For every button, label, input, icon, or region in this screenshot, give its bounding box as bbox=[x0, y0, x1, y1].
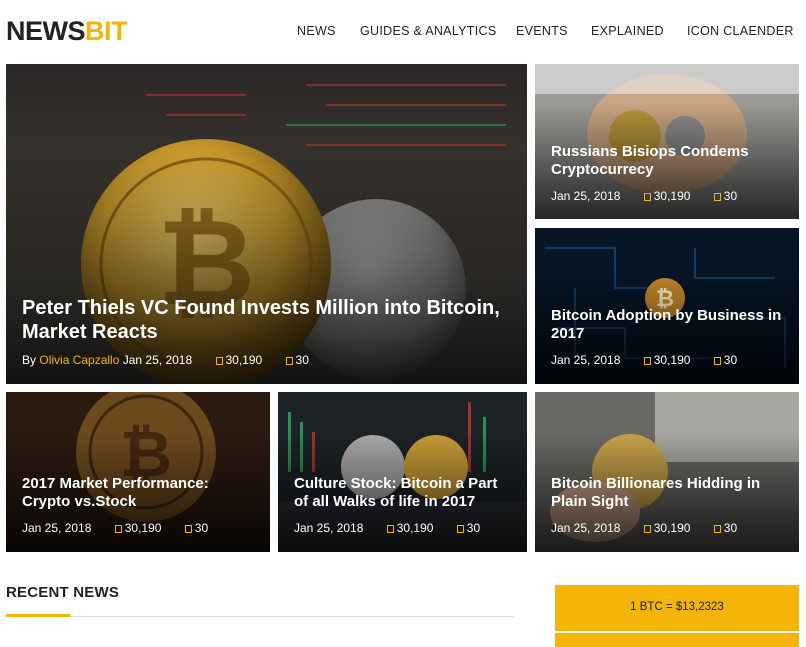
featured-article-card[interactable]: ₿ Peter Thiels VC Found Invests Million … bbox=[6, 64, 527, 384]
side-article-card[interactable]: ₿ Bitcoin Adoption by Business in 2017 J… bbox=[535, 228, 799, 384]
side-article-title[interactable]: Russians Bisiops Condems Cryptocurrecy bbox=[551, 143, 785, 179]
recent-news-accent bbox=[6, 614, 70, 617]
grid-article-date: Jan 25, 2018 bbox=[294, 521, 364, 535]
featured-overlay bbox=[6, 144, 527, 384]
eye-icon bbox=[643, 525, 651, 533]
btc-price-widget: 1 BTC = $13,2323 bbox=[555, 585, 799, 647]
side-article-comments: 30 bbox=[723, 353, 738, 367]
nav-item-icon-calendar[interactable]: ICON CLAENDER bbox=[687, 24, 794, 38]
grid-article-comments: 30 bbox=[723, 521, 738, 535]
grid-article-meta: Jan 25, 2018 30,190 30 bbox=[22, 521, 208, 535]
grid-article-title[interactable]: 2017 Market Performance: Crypto vs.Stock bbox=[22, 475, 256, 511]
featured-meta: By Olivia Capzallo Jan 25, 2018 30,190 3… bbox=[22, 353, 309, 367]
featured-title[interactable]: Peter Thiels VC Found Invests Million in… bbox=[22, 296, 513, 344]
logo-part-bit: BIT bbox=[85, 16, 128, 46]
grid-article-views: 30,190 bbox=[124, 521, 162, 535]
nav-item-news[interactable]: NEWS bbox=[297, 24, 336, 38]
comment-icon bbox=[285, 357, 293, 365]
eye-icon bbox=[215, 357, 223, 365]
btc-price-text: 1 BTC = $13,2323 bbox=[630, 601, 724, 613]
grid-article-title[interactable]: Culture Stock: Bitcoin a Part of all Wal… bbox=[294, 475, 513, 511]
grid-article-views: 30,190 bbox=[396, 521, 434, 535]
comment-icon bbox=[184, 525, 192, 533]
grid-article-comments: 30 bbox=[194, 521, 209, 535]
grid-article-card[interactable]: Culture Stock: Bitcoin a Part of all Wal… bbox=[278, 392, 527, 552]
grid-article-meta: Jan 25, 2018 30,190 30 bbox=[551, 521, 737, 535]
side-article-views: 30,190 bbox=[653, 189, 691, 203]
btc-widget-divider bbox=[555, 631, 799, 633]
recent-news-heading: RECENT NEWS bbox=[6, 584, 120, 601]
nav-item-events[interactable]: EVENTS bbox=[516, 24, 568, 38]
side-article-card[interactable]: Russians Bisiops Condems Cryptocurrecy J… bbox=[535, 64, 799, 219]
side-article-views: 30,190 bbox=[653, 353, 691, 367]
logo-part-news: NEWS bbox=[6, 16, 86, 46]
side-article-date: Jan 25, 2018 bbox=[551, 353, 621, 367]
nav-item-guides-analytics[interactable]: GUIDES & ANALYTICS bbox=[360, 24, 496, 38]
grid-article-card[interactable]: Bitcoin Billionares Hidding in Plain Sig… bbox=[535, 392, 799, 552]
grid-article-title[interactable]: Bitcoin Billionares Hidding in Plain Sig… bbox=[551, 475, 785, 511]
eye-icon bbox=[386, 525, 394, 533]
featured-comments: 30 bbox=[295, 353, 309, 367]
featured-date: Jan 25, 2018 bbox=[122, 353, 193, 367]
side-article-meta: Jan 25, 2018 30,190 30 bbox=[551, 189, 737, 203]
recent-news-divider bbox=[6, 616, 515, 617]
grid-article-date: Jan 25, 2018 bbox=[22, 521, 92, 535]
grid-article-meta: Jan 25, 2018 30,190 30 bbox=[294, 521, 480, 535]
site-logo[interactable]: NEWSBIT bbox=[6, 16, 128, 47]
grid-article-card[interactable]: ₿ 2017 Market Performance: Crypto vs.Sto… bbox=[6, 392, 270, 552]
featured-by-label: By bbox=[22, 353, 37, 367]
featured-views: 30,190 bbox=[225, 353, 263, 367]
side-article-meta: Jan 25, 2018 30,190 30 bbox=[551, 353, 737, 367]
comment-icon bbox=[456, 525, 464, 533]
side-article-comments: 30 bbox=[723, 189, 738, 203]
featured-author-link[interactable]: Olivia Capzallo bbox=[39, 353, 119, 367]
comment-icon bbox=[713, 193, 721, 201]
side-article-title[interactable]: Bitcoin Adoption by Business in 2017 bbox=[551, 307, 785, 343]
nav-item-explained[interactable]: EXPLAINED bbox=[591, 24, 664, 38]
grid-article-comments: 30 bbox=[466, 521, 481, 535]
side-article-date: Jan 25, 2018 bbox=[551, 189, 621, 203]
eye-icon bbox=[643, 193, 651, 201]
comment-icon bbox=[713, 525, 721, 533]
grid-article-date: Jan 25, 2018 bbox=[551, 521, 621, 535]
grid-article-views: 30,190 bbox=[653, 521, 691, 535]
comment-icon bbox=[713, 357, 721, 365]
eye-icon bbox=[643, 357, 651, 365]
site-header: NEWSBIT NEWS GUIDES & ANALYTICS EVENTS E… bbox=[0, 0, 806, 62]
eye-icon bbox=[114, 525, 122, 533]
